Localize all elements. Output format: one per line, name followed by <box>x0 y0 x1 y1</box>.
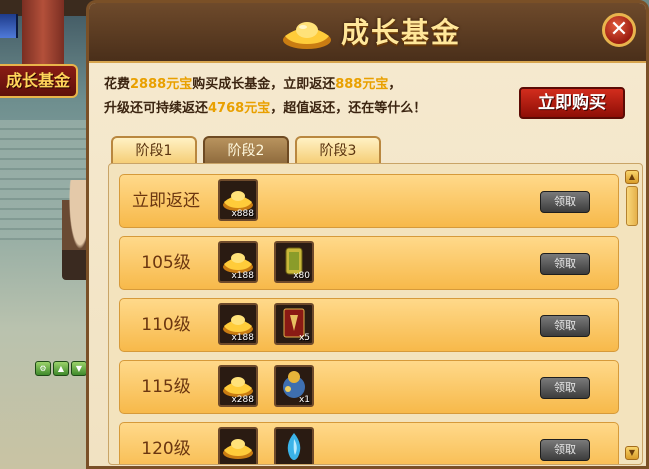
item-count: x80 <box>293 271 310 281</box>
treasure-bag-icon[interactable]: x1 <box>274 365 314 407</box>
gold-ingot-icon <box>283 22 331 49</box>
arrow-up-icon[interactable]: ▲ <box>53 361 69 376</box>
side-tab-growth-fund[interactable]: 成长基金 <box>0 64 78 98</box>
highlight-amount: 4768元宝 <box>208 101 271 116</box>
intro-text-part: 购买成长基金，立即返还 <box>192 77 336 92</box>
item-count: x888 <box>231 209 254 219</box>
row-level-label: 115级 <box>141 377 191 397</box>
reward-list: 立即返还 x888 领取 105级 x188 x80 领取 110级 x188 … <box>108 163 643 465</box>
claim-button[interactable]: 领取 <box>540 315 590 337</box>
gold-ingot-icon[interactable]: x188 <box>218 241 258 283</box>
item-count: x5 <box>298 333 310 343</box>
close-button[interactable]: ✕ <box>602 13 636 47</box>
intro-text-part: ， <box>388 77 402 92</box>
jade-token-icon[interactable]: x80 <box>274 241 314 283</box>
mini-control-group: ⚙ ▲ ▼ <box>35 361 87 376</box>
pillar-decoration <box>22 0 64 70</box>
intro-line-2: 升级还可持续返还4768元宝，超值返还，还在等什么！ <box>104 97 426 121</box>
claim-button[interactable]: 领取 <box>540 191 590 213</box>
intro-text: 花费2888元宝购买成长基金，立即返还888元宝， 升级还可持续返还4768元宝… <box>104 73 426 121</box>
arrow-down-icon[interactable]: ▼ <box>71 361 87 376</box>
item-count: x188 <box>231 271 254 281</box>
settings-icon[interactable]: ⚙ <box>35 361 51 376</box>
row-level-label: 105级 <box>141 253 191 273</box>
gold-ingot-icon[interactable]: x288 <box>218 365 258 407</box>
gold-ingot-icon[interactable]: x888 <box>218 179 258 221</box>
highlight-amount: 888元宝 <box>335 77 389 92</box>
list-scrollbar[interactable]: ▲ ▼ <box>625 170 639 460</box>
row-level-label: 110级 <box>141 315 191 335</box>
item-count: x288 <box>231 395 254 405</box>
buy-now-button[interactable]: 立即购买 <box>519 87 625 119</box>
tab-stage-3[interactable]: 阶段3 <box>295 136 381 164</box>
claim-button[interactable]: 领取 <box>540 253 590 275</box>
growth-fund-panel: 成长基金 ✕ 花费2888元宝购买成长基金，立即返还888元宝， 升级还可持续返… <box>86 0 649 469</box>
item-count: x1 <box>298 395 310 405</box>
claim-button[interactable]: 领取 <box>540 439 590 461</box>
blue-spirit-icon[interactable] <box>274 427 314 464</box>
tab-stage-2[interactable]: 阶段2 <box>203 136 289 164</box>
reward-row: 立即返还 x888 领取 <box>119 174 619 228</box>
claim-button[interactable]: 领取 <box>540 377 590 399</box>
scroll-up-icon[interactable]: ▲ <box>625 170 639 184</box>
reward-row: 115级 x288 x1 领取 <box>119 360 619 414</box>
scroll-down-icon[interactable]: ▼ <box>625 446 639 460</box>
red-scroll-icon[interactable]: x5 <box>274 303 314 345</box>
panel-title: 成长基金 <box>341 16 462 49</box>
gold-ingot-icon[interactable]: x188 <box>218 303 258 345</box>
tab-stage-1[interactable]: 阶段1 <box>111 136 197 164</box>
reward-row: 105级 x188 x80 领取 <box>119 236 619 290</box>
gold-ingot-icon[interactable] <box>218 427 258 464</box>
row-level-label: 立即返还 <box>132 191 200 211</box>
intro-text-part: 花费 <box>104 77 131 92</box>
row-level-label: 120级 <box>141 439 191 459</box>
title-group: 成长基金 <box>279 9 461 53</box>
intro-text-part: 升级还可持续返还 <box>104 101 209 116</box>
highlight-amount: 2888元宝 <box>130 77 193 92</box>
reward-row: 120级 领取 <box>119 422 619 464</box>
skill-icon[interactable] <box>0 14 18 38</box>
scroll-thumb[interactable] <box>626 186 638 226</box>
reward-row: 110级 x188 x5 领取 <box>119 298 619 352</box>
intro-text-part: ，超值返还，还在等什么！ <box>270 101 427 116</box>
intro-line-1: 花费2888元宝购买成长基金，立即返还888元宝， <box>104 73 426 97</box>
stage-tabs: 阶段1 阶段2 阶段3 <box>111 136 381 164</box>
item-count: x188 <box>231 333 254 343</box>
panel-header: 成长基金 ✕ <box>89 3 646 63</box>
